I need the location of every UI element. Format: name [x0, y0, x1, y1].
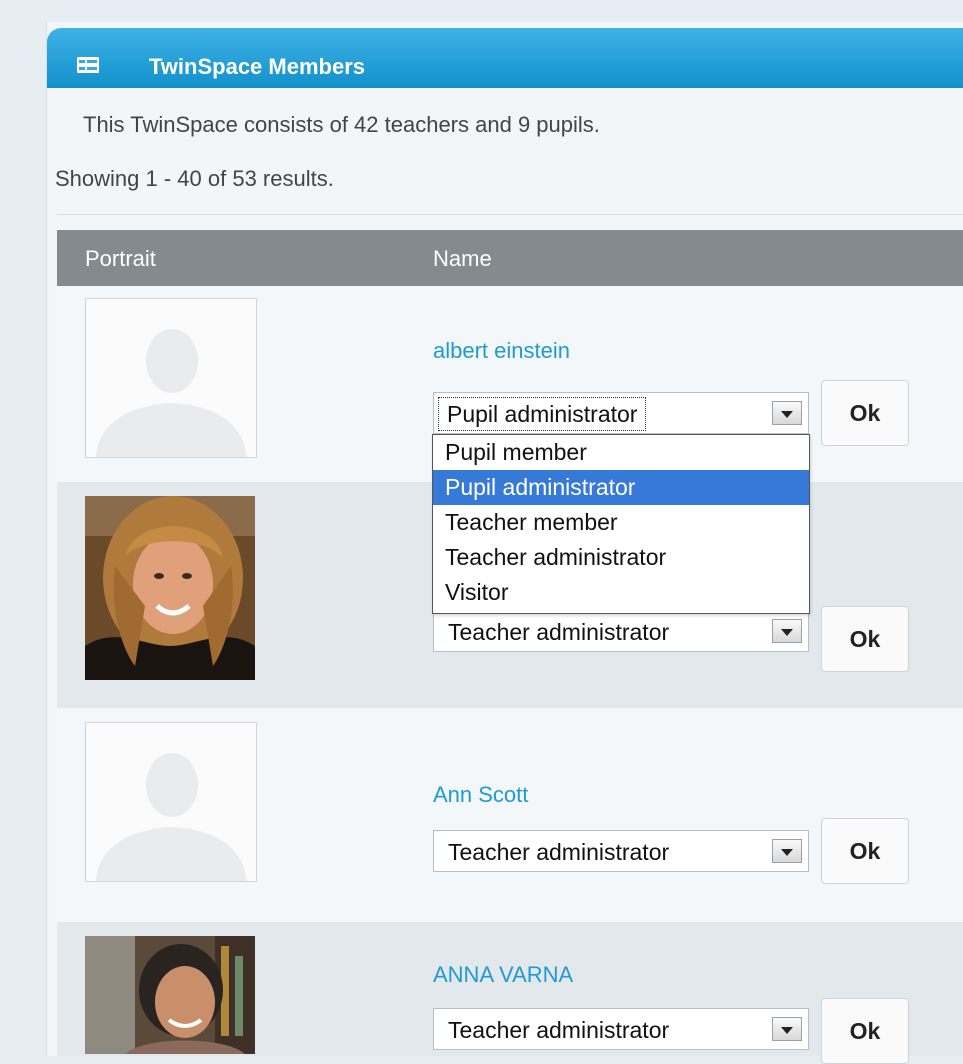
members-summary: This TwinSpace consists of 42 teachers a…	[83, 112, 600, 137]
ok-button[interactable]: Ok	[821, 380, 909, 446]
portrait-photo	[85, 936, 255, 1054]
chevron-down-icon[interactable]	[772, 1017, 802, 1041]
column-header-name: Name	[433, 246, 492, 271]
divider	[57, 214, 963, 215]
panel-header: TwinSpace Members	[47, 28, 963, 88]
role-select[interactable]: Teacher administrator	[433, 1008, 809, 1050]
dropdown-option-teacher-member[interactable]: Teacher member	[433, 505, 809, 540]
dropdown-option-pupil-member[interactable]: Pupil member	[433, 435, 809, 470]
ok-button[interactable]: Ok	[821, 818, 909, 884]
panel-title: TwinSpace Members	[149, 54, 365, 79]
dropdown-option-teacher-administrator[interactable]: Teacher administrator	[433, 540, 809, 575]
dropdown-option-pupil-administrator[interactable]: Pupil administrator	[433, 470, 809, 505]
member-name-link[interactable]: ANNA VARNA	[433, 962, 573, 988]
role-select-value: Teacher administrator	[448, 1017, 670, 1043]
portrait-placeholder	[85, 298, 257, 458]
ok-button[interactable]: Ok	[821, 998, 909, 1064]
column-header-portrait: Portrait	[85, 246, 156, 271]
chevron-down-icon[interactable]	[772, 839, 802, 863]
portrait-photo	[85, 496, 255, 680]
table-row: Ann Scott Teacher administrator Ok	[57, 708, 963, 922]
chevron-down-icon[interactable]	[772, 401, 802, 425]
role-select-value: Teacher administrator	[448, 619, 670, 645]
results-count: Showing 1 - 40 of 53 results.	[55, 166, 334, 191]
role-select[interactable]: Teacher administrator	[433, 830, 809, 872]
member-name-link[interactable]: Ann Scott	[433, 782, 528, 808]
role-dropdown-list[interactable]: Pupil member Pupil administrator Teacher…	[432, 434, 810, 614]
table-header: Portrait Name	[57, 230, 963, 286]
role-select-value: Pupil administrator	[438, 397, 647, 431]
dropdown-option-visitor[interactable]: Visitor	[433, 575, 809, 610]
chevron-down-icon[interactable]	[772, 619, 802, 643]
members-list-icon	[77, 57, 99, 73]
role-select-value: Teacher administrator	[448, 839, 670, 865]
ok-button[interactable]: Ok	[821, 606, 909, 672]
role-select[interactable]: Teacher administrator	[433, 610, 809, 652]
table-row: ANNA VARNA Teacher administrator Ok	[57, 922, 963, 1064]
member-name-link[interactable]: albert einstein	[433, 338, 570, 364]
role-select[interactable]: Pupil administrator	[433, 392, 809, 434]
portrait-placeholder	[85, 722, 257, 882]
